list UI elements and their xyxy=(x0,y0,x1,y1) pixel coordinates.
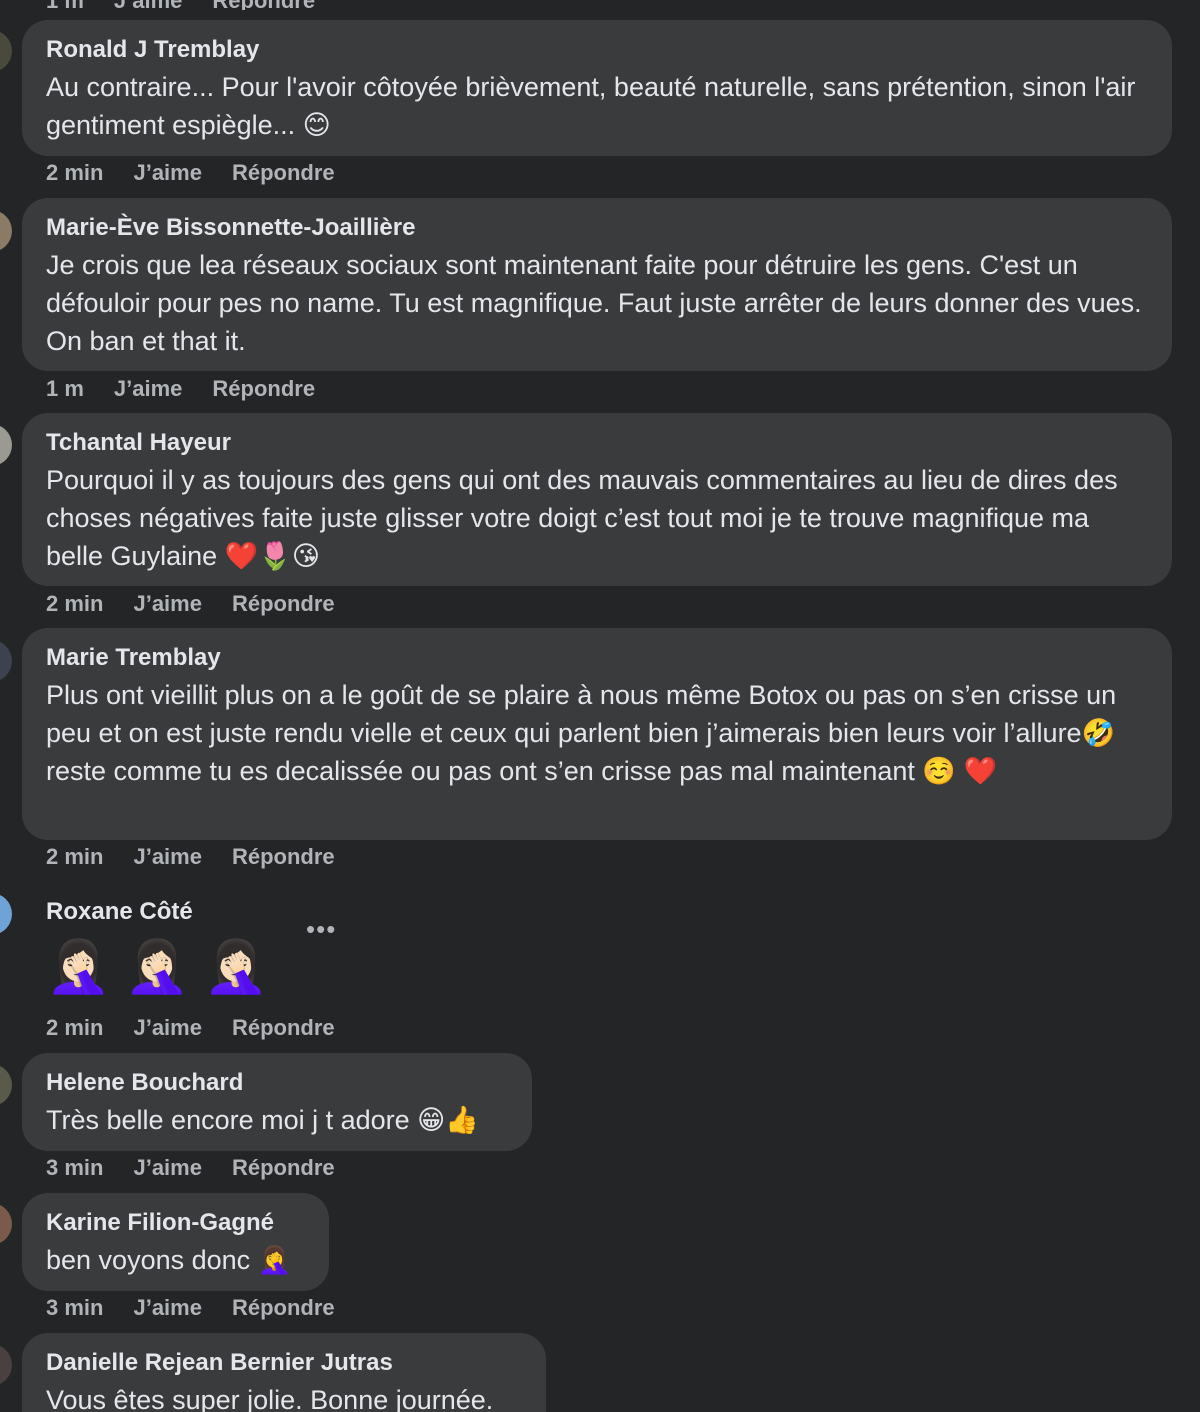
like-button[interactable]: J’aime xyxy=(133,844,202,870)
comment-text: Vous êtes super jolie. Bonne journée. xyxy=(46,1385,494,1412)
reply-button[interactable]: Répondre xyxy=(232,1015,335,1041)
facepalm-emoji: 🤦🏻‍♀️ xyxy=(203,938,269,996)
comment-time[interactable]: 3 min xyxy=(46,1155,103,1181)
comment-text: Au contraire... Pour l'avoir côtoyée bri… xyxy=(46,72,1136,140)
avatar[interactable] xyxy=(0,1344,12,1386)
comment-author[interactable]: Tchantal Hayeur xyxy=(46,427,1148,459)
avatar[interactable] xyxy=(0,424,12,466)
comment-actions: 3 min J’aime Répondre xyxy=(46,1155,335,1181)
like-button[interactable]: J’aime xyxy=(133,160,202,186)
avatar[interactable] xyxy=(0,30,12,72)
facepalm-emoji: 🤦🏻‍♀️ xyxy=(124,938,190,996)
like-button[interactable]: J’aime xyxy=(133,591,202,617)
reply-button[interactable]: Répondre xyxy=(232,844,335,870)
comment-time[interactable]: 1 m xyxy=(46,0,84,10)
emoji-sticker-row: 🤦🏻‍♀️ 🤦🏻‍♀️ 🤦🏻‍♀️ xyxy=(46,938,398,996)
comment-actions: 1 m J’aime Répondre xyxy=(46,376,315,402)
comment-actions: 2 min J’aime Répondre xyxy=(46,844,335,870)
comment-time[interactable]: 1 m xyxy=(46,376,84,402)
comment-actions: 2 min J’aime Répondre xyxy=(46,1015,335,1041)
comment-author[interactable]: Ronald J Tremblay xyxy=(46,34,1148,66)
reply-button[interactable]: Répondre xyxy=(232,591,335,617)
comment-actions: 3 min J’aime Répondre xyxy=(46,1295,335,1321)
comment-bubble: Helene Bouchard Très belle encore moi j … xyxy=(22,1053,532,1151)
comment-time[interactable]: 2 min xyxy=(46,591,103,617)
more-options-icon[interactable]: ••• xyxy=(306,914,336,945)
comment-actions: 2 min J’aime Répondre xyxy=(46,160,335,186)
comment-time[interactable]: 2 min xyxy=(46,844,103,870)
reply-button[interactable]: Répondre xyxy=(232,1295,335,1321)
comment-bubble: Ronald J Tremblay Au contraire... Pour l… xyxy=(22,20,1172,156)
comment-author[interactable]: Helene Bouchard xyxy=(46,1067,508,1099)
like-button[interactable]: J’aime xyxy=(133,1015,202,1041)
comment-text: Je crois que lea réseaux sociaux sont ma… xyxy=(46,250,1142,356)
comment-time[interactable]: 2 min xyxy=(46,1015,103,1041)
like-button[interactable]: J’aime xyxy=(114,0,183,10)
avatar[interactable] xyxy=(0,893,12,935)
comment-bubble: Marie Tremblay Plus ont vieillit plus on… xyxy=(22,628,1172,840)
comment-author[interactable]: Danielle Rejean Bernier Jutras xyxy=(46,1347,522,1379)
comment-text: Très belle encore moi j t adore 😁👍 xyxy=(46,1105,479,1135)
like-button[interactable]: J’aime xyxy=(133,1295,202,1321)
comment-text: Pourquoi il y as toujours des gens qui o… xyxy=(46,465,1118,571)
comment-author[interactable]: Marie-Ève Bissonnette-Joaillière xyxy=(46,212,1148,244)
reply-button[interactable]: Répondre xyxy=(212,0,315,10)
comment-bubble: Karine Filion-Gagné ben voyons donc 🤦‍♀️ xyxy=(22,1193,329,1291)
like-button[interactable]: J’aime xyxy=(133,1155,202,1181)
comment-author[interactable]: Roxane Côté xyxy=(46,896,398,928)
reply-button[interactable]: Répondre xyxy=(232,1155,335,1181)
avatar[interactable] xyxy=(0,210,12,252)
comment-author[interactable]: Karine Filion-Gagné xyxy=(46,1207,305,1239)
comment-text: Plus ont vieillit plus on a le goût de s… xyxy=(46,680,1117,786)
comment-bubble: Roxane Côté 🤦🏻‍♀️ 🤦🏻‍♀️ 🤦🏻‍♀️ ••• xyxy=(22,884,422,1004)
facepalm-emoji: 🤦🏻‍♀️ xyxy=(46,938,111,996)
like-button[interactable]: J’aime xyxy=(114,376,183,402)
avatar[interactable] xyxy=(0,640,12,682)
comment-actions: 2 min J’aime Répondre xyxy=(46,591,335,617)
comment-time[interactable]: 2 min xyxy=(46,160,103,186)
comment-author[interactable]: Marie Tremblay xyxy=(46,642,1148,674)
avatar[interactable] xyxy=(0,1203,12,1245)
avatar[interactable] xyxy=(0,1064,12,1106)
comment-bubble: Tchantal Hayeur Pourquoi il y as toujour… xyxy=(22,413,1172,586)
comment-actions: 1 m J’aime Répondre xyxy=(46,0,315,10)
comment-text: ben voyons donc 🤦‍♀️ xyxy=(46,1245,292,1275)
reply-button[interactable]: Répondre xyxy=(232,160,335,186)
comment-bubble: Danielle Rejean Bernier Jutras Vous êtes… xyxy=(22,1333,546,1412)
comments-feed: 1 m J’aime Répondre Ronald J Tremblay Au… xyxy=(0,0,1200,1412)
comment-bubble: Marie-Ève Bissonnette-Joaillière Je croi… xyxy=(22,198,1172,371)
comment-time[interactable]: 3 min xyxy=(46,1295,103,1321)
reply-button[interactable]: Répondre xyxy=(212,376,315,402)
